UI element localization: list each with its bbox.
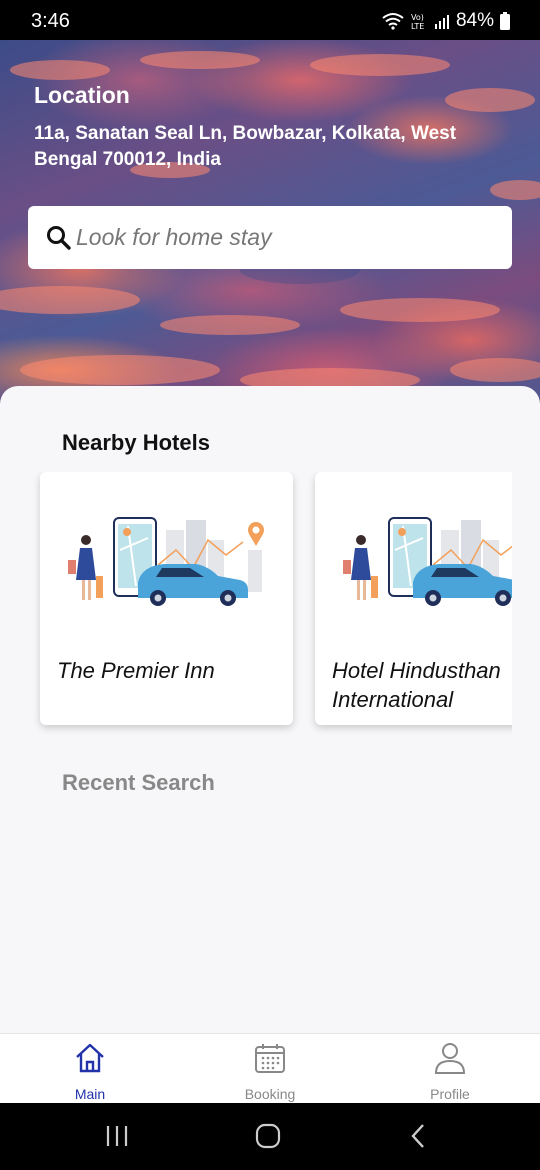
location-title: Location — [34, 82, 130, 108]
bottom-nav: Main Booking Profile — [0, 1033, 540, 1103]
volte-icon: Vo) LTE — [411, 13, 424, 31]
wifi-icon — [382, 13, 404, 30]
location-address: 11a, Sanatan Seal Ln, Bowbazar, Kolkata,… — [34, 123, 457, 170]
nav-profile-label: Profile — [430, 1086, 470, 1102]
content-sheet: Nearby Hotels The Premier Inn Hotel Hind… — [0, 386, 540, 1034]
hotel-card[interactable]: The Premier Inn — [40, 472, 293, 725]
status-icons: Vo) LTE 84% — [382, 10, 510, 32]
nav-main[interactable]: Main — [30, 1034, 150, 1104]
svg-text:LTE: LTE — [411, 22, 424, 31]
profile-icon — [434, 1043, 466, 1074]
nav-profile[interactable]: Profile — [390, 1034, 510, 1104]
home-button-icon[interactable] — [255, 1123, 281, 1149]
nav-booking[interactable]: Booking — [210, 1034, 330, 1104]
hotel-name: The Premier Inn — [57, 658, 215, 683]
nearby-hotels-carousel[interactable]: The Premier Inn Hotel Hindusthan Interna… — [0, 472, 512, 742]
hotel-card[interactable]: Hotel Hindusthan International — [315, 472, 512, 725]
recent-apps-icon[interactable] — [105, 1123, 129, 1149]
nav-main-label: Main — [74, 1086, 106, 1102]
signal-icon — [434, 15, 449, 29]
battery-percent: 84% — [455, 10, 494, 31]
back-icon[interactable] — [408, 1123, 430, 1149]
header-background: Location 11a, Sanatan Seal Ln, Bowbazar,… — [0, 40, 540, 420]
search-icon — [47, 225, 71, 250]
search-placeholder: Look for home stay — [76, 224, 272, 250]
travel-illustration — [343, 517, 512, 606]
system-nav-bar — [0, 1103, 540, 1170]
home-icon — [76, 1043, 104, 1073]
hotel-name: Hotel Hindusthan International — [332, 658, 501, 712]
svg-text:Vo): Vo) — [411, 13, 424, 22]
recent-search-title: Recent Search — [62, 770, 215, 795]
nav-booking-label: Booking — [244, 1086, 296, 1102]
travel-illustration — [68, 517, 264, 606]
calendar-icon — [255, 1044, 285, 1073]
status-bar: 3:46 Vo) LTE 84% — [0, 0, 540, 40]
status-time: 3:46 — [31, 10, 70, 32]
nearby-hotels-title: Nearby Hotels — [62, 430, 210, 455]
battery-icon — [500, 12, 510, 30]
search-input[interactable]: Look for home stay — [28, 206, 512, 269]
